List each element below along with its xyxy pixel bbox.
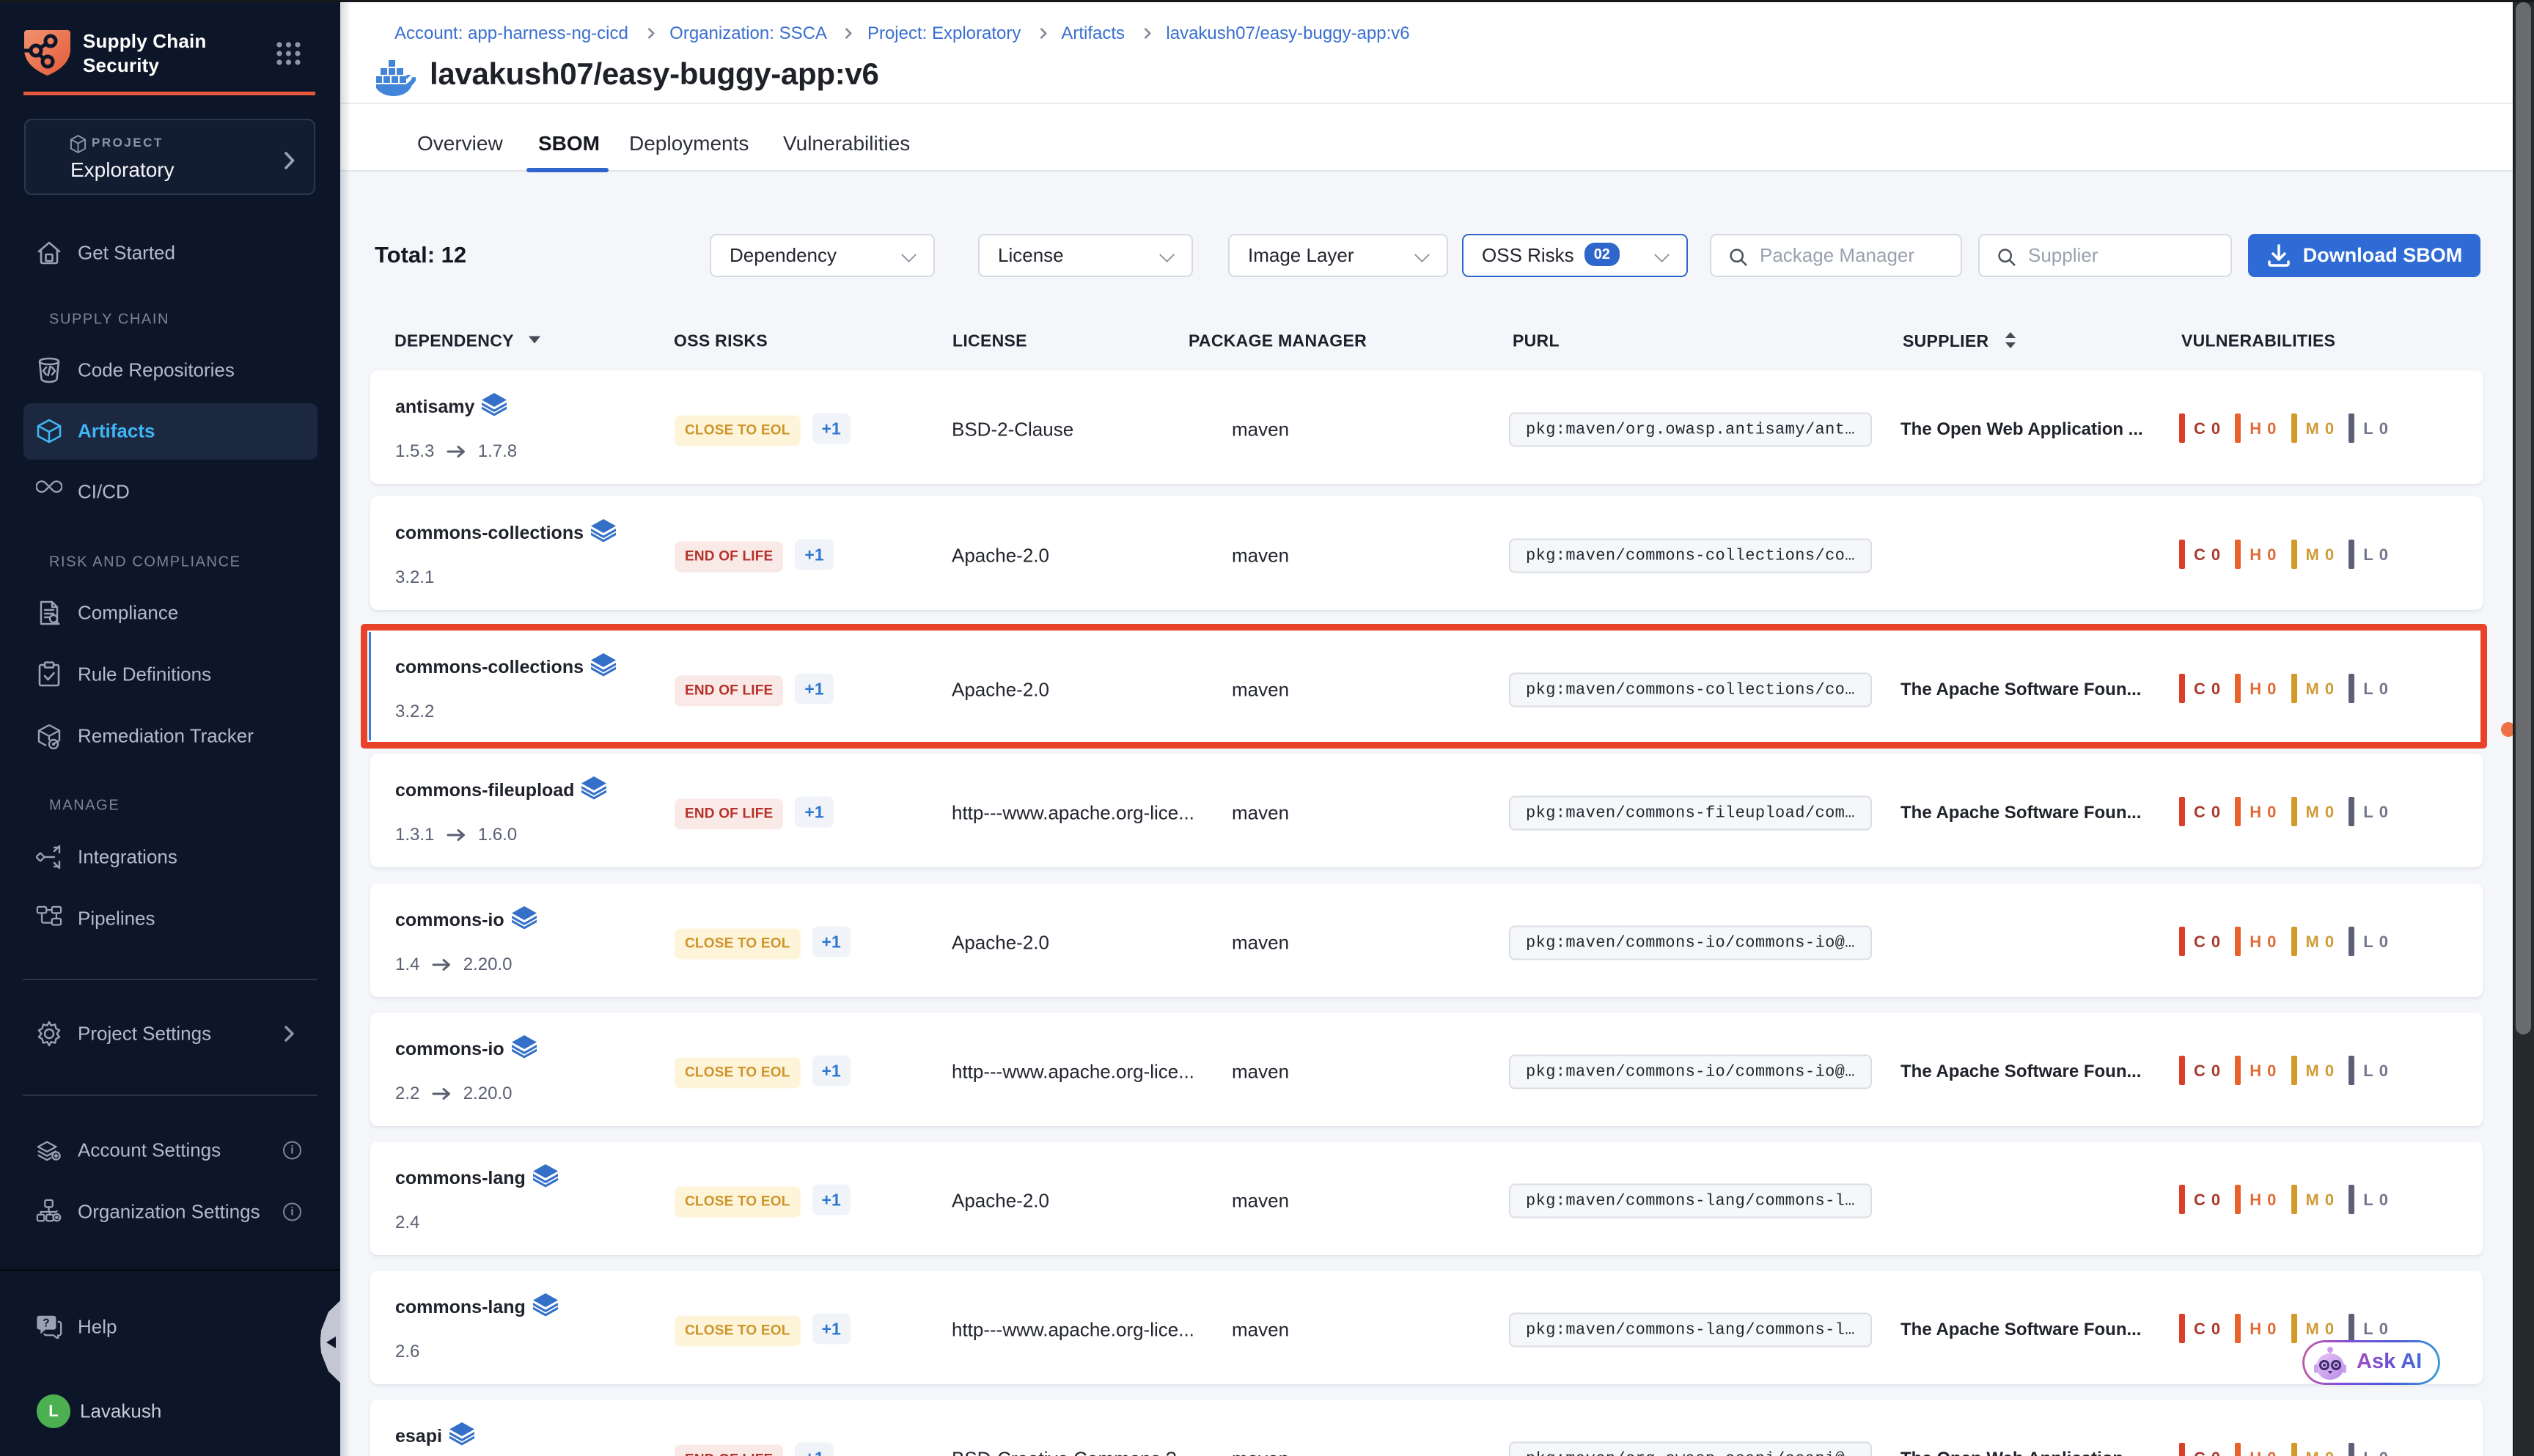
svg-text:?: ? (43, 1317, 49, 1330)
